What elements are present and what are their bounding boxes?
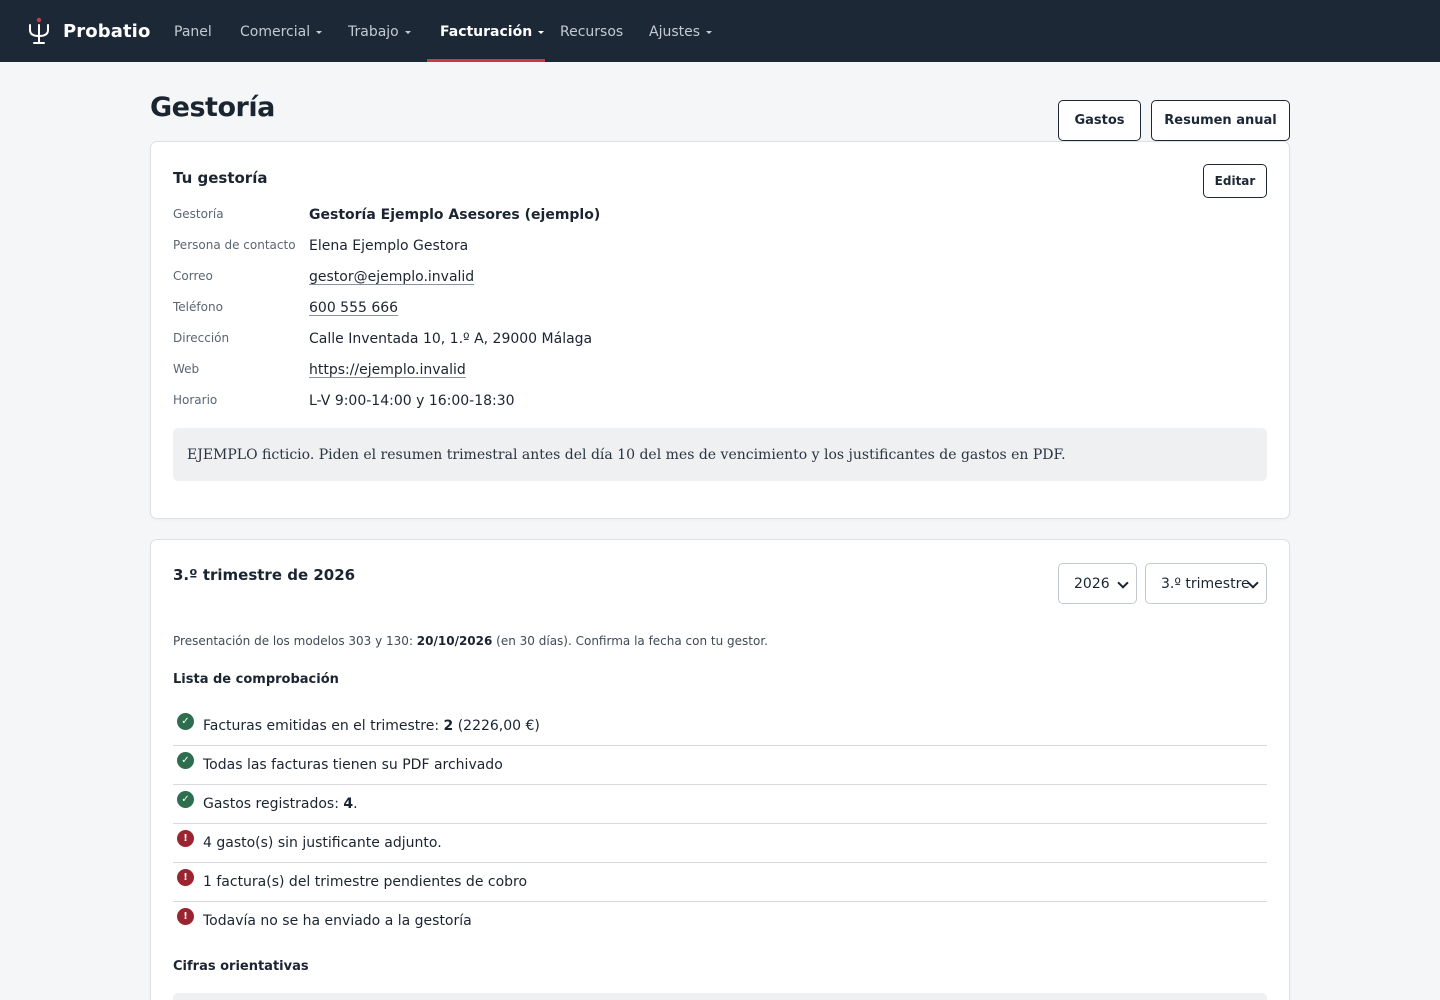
gestoria-card: Tu gestoría Editar Gestoría Gestoría Eje…	[150, 141, 1290, 519]
quarter-title: 3.º trimestre de 2026	[173, 566, 356, 584]
address: Calle Inventada 10, 1.º A, 29000 Málaga	[309, 331, 593, 347]
nav-item-facturacion[interactable]: Facturación	[440, 0, 545, 62]
caret-down-icon	[316, 30, 323, 34]
checklist-title: Lista de comprobación	[173, 672, 339, 687]
nav-item-trabajo[interactable]: Trabajo	[348, 0, 411, 62]
checklist-text: Todavía no se ha enviado a la gestoría	[203, 913, 472, 929]
schedule: L-V 9:00-14:00 y 16:00-18:30	[309, 393, 515, 409]
deadline-prefix: Presentación de los modelos 303 y 130:	[173, 634, 417, 648]
nav-item-label: Ajustes	[649, 24, 701, 40]
checklist-text: Todas las facturas tienen su PDF archiva…	[203, 757, 503, 773]
checklist-item: ✓ Todas las facturas tienen su PDF archi…	[173, 746, 1267, 785]
contact-person: Elena Ejemplo Gestora	[309, 238, 469, 254]
figures-panel	[173, 993, 1267, 1000]
note-text: EJEMPLO ficticio. Piden el resumen trime…	[187, 446, 1066, 463]
check-circle-icon: ✓	[177, 752, 194, 769]
trident-logo-icon	[29, 17, 49, 44]
quarter-card: 3.º trimestre de 2026 2026 3.º trimestre…	[150, 539, 1290, 1000]
figures-title: Cifras orientativas	[173, 959, 309, 974]
top-navbar: Probatio Panel Comercial Trabajo Factura…	[0, 0, 1440, 62]
gestoria-name: Gestoría Ejemplo Asesores (ejemplo)	[309, 207, 601, 223]
year-select[interactable]: 2026	[1058, 563, 1137, 604]
phone-link[interactable]: 600 555 666	[309, 300, 398, 316]
deadline-suffix: (en 30 días). Confirma la fecha con tu g…	[492, 634, 768, 648]
checklist-text: 4 gasto(s) sin justificante adjunto.	[203, 835, 442, 851]
caret-down-icon	[404, 30, 411, 34]
gastos-button[interactable]: Gastos	[1058, 100, 1141, 141]
edit-button[interactable]: Editar	[1203, 164, 1267, 198]
checklist-item: ✓ Gastos registrados: 4.	[173, 785, 1267, 824]
check-circle-icon: ✓	[177, 791, 194, 808]
nav-item-comercial[interactable]: Comercial	[240, 0, 323, 62]
field-label: Gestoría	[173, 207, 224, 221]
email-link[interactable]: gestor@ejemplo.invalid	[309, 269, 474, 285]
nav-item-label: Trabajo	[348, 24, 399, 40]
check-circle-icon: ✓	[177, 713, 194, 730]
checklist-item: ! 1 factura(s) del trimestre pendientes …	[173, 863, 1267, 902]
field-label: Correo	[173, 269, 213, 283]
nav-item-label: Panel	[174, 24, 212, 40]
nav-item-label: Recursos	[560, 24, 624, 40]
card-title: Tu gestoría	[173, 169, 268, 187]
checklist-item: ✓ Facturas emitidas en el trimestre: 2 (…	[173, 707, 1267, 746]
alert-circle-icon: !	[177, 830, 194, 847]
chevron-down-icon	[1117, 577, 1129, 589]
gestoria-note: EJEMPLO ficticio. Piden el resumen trime…	[173, 428, 1267, 481]
checklist-text: 1 factura(s) del trimestre pendientes de…	[203, 874, 528, 890]
page-title: Gestoría	[150, 92, 275, 123]
quarter-select[interactable]: 3.º trimestre	[1145, 563, 1267, 604]
quarter-select-value: 3.º trimestre	[1161, 575, 1250, 592]
nav-item-label: Facturación	[440, 24, 533, 40]
website-link[interactable]: https://ejemplo.invalid	[309, 362, 466, 378]
field-label: Teléfono	[173, 300, 223, 314]
nav-item-panel[interactable]: Panel	[174, 0, 212, 62]
nav-item-ajustes[interactable]: Ajustes	[649, 0, 713, 62]
brand[interactable]: Probatio	[27, 0, 150, 62]
brand-name: Probatio	[63, 20, 151, 42]
checklist-text: Facturas emitidas en el trimestre: 2 (22…	[203, 718, 540, 734]
resumen-anual-button[interactable]: Resumen anual	[1151, 100, 1290, 141]
filing-deadline: Presentación de los modelos 303 y 130: 2…	[173, 634, 768, 648]
deadline-date: 20/10/2026	[416, 634, 493, 648]
alert-circle-icon: !	[177, 908, 194, 925]
field-label: Web	[173, 362, 200, 376]
alert-circle-icon: !	[177, 869, 194, 886]
checklist-item: ! 4 gasto(s) sin justificante adjunto.	[173, 824, 1267, 863]
field-label: Dirección	[173, 331, 230, 345]
checklist-text: Gastos registrados: 4.	[203, 796, 358, 812]
caret-down-icon	[706, 30, 713, 34]
nav-item-label: Comercial	[240, 24, 311, 40]
year-select-value: 2026	[1074, 575, 1110, 592]
caret-down-icon	[538, 30, 545, 34]
field-label: Persona de contacto	[173, 238, 296, 252]
active-nav-indicator	[427, 59, 545, 62]
nav-item-recursos[interactable]: Recursos	[560, 0, 623, 62]
checklist-item: ! Todavía no se ha enviado a la gestoría	[173, 902, 1267, 941]
field-label: Horario	[173, 393, 218, 407]
